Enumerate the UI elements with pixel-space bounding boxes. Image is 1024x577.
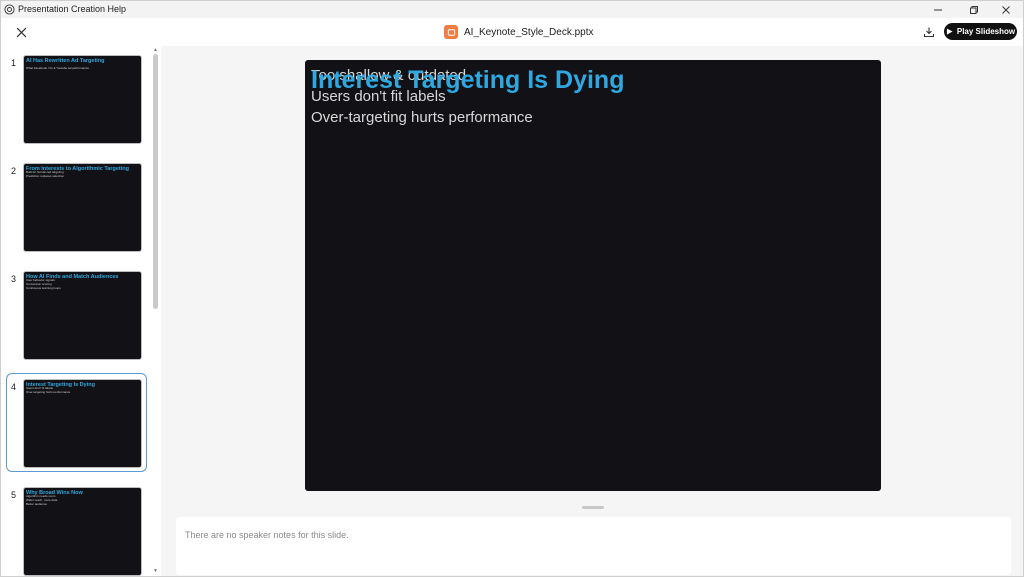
restore-button[interactable] [957,1,991,18]
file-name: AI_Keynote_Style_Deck.pptx [464,26,594,38]
download-button[interactable] [921,24,937,40]
app-window: Presentation Creation Help AI_Keynote_St… [0,0,1024,577]
slide-thumbnail-5[interactable]: 5 Why Broad Wins Now Algorithm needs roo… [1,487,151,576]
thumbnail-scrollbar[interactable]: ▲ ▼ [152,46,159,576]
slide-thumbnail-panel: 1 AI Has Rewritten Ad Targeting What Fac… [1,46,161,576]
thumbnail-line: Prediction replaces selection [26,174,65,178]
slide-number: 2 [11,166,17,176]
slide-thumbnail-1[interactable]: 1 AI Has Rewritten Ad Targeting What Fac… [1,55,151,147]
thumbnail-title: AI Has Rewritten Ad Targeting [26,58,105,64]
window-close-button[interactable] [989,1,1023,18]
play-slideshow-button[interactable]: Play Slideshow [944,23,1017,40]
slide-thumbnail-image: From Interests to Algorithmic Targeting … [23,163,142,252]
scrollbar-thumb[interactable] [153,54,158,309]
speaker-notes-text: There are no speaker notes for this slid… [185,530,349,540]
pptx-file-icon [444,25,458,39]
title-bar: Presentation Creation Help [1,1,1023,18]
slide-thumbnail-image: Interest Targeting Is Dying Users don't … [23,379,142,468]
thumbnail-line: What Facebook / IG & Youtube ad performa… [26,66,90,70]
slide-number: 1 [11,58,17,68]
slide-number: 4 [11,382,17,392]
slide-viewer: Too shallow & outdated Users don't fit l… [161,46,1023,576]
restore-icon [970,5,978,14]
slide-title: Interest Targeting Is Dying [311,66,625,94]
play-icon [946,28,953,35]
close-viewer-button[interactable] [13,24,29,40]
thumbnail-line: Continuous learning loops [26,286,61,290]
notes-resize-handle[interactable] [582,506,604,509]
slide-thumbnail-3[interactable]: 3 How AI Finds and Match Audiences User … [1,271,151,363]
current-slide: Too shallow & outdated Users don't fit l… [305,60,881,491]
download-icon [923,27,935,38]
slide-thumbnail-image: Why Broad Wins Now Algorithm needs room … [23,487,142,576]
slide-thumbnail-2[interactable]: 2 From Interests to Algorithmic Targetin… [1,163,151,255]
viewer-header: AI_Keynote_Style_Deck.pptx Play Slidesho… [1,18,1023,46]
file-title: AI_Keynote_Style_Deck.pptx [444,23,594,41]
slide-thumbnail-image: How AI Finds and Match Audiences User be… [23,271,142,360]
slide-thumbnail-image: AI Has Rewritten Ad Targeting What Faceb… [23,55,142,144]
play-slideshow-label: Play Slideshow [956,27,1016,36]
slide-number: 3 [11,274,17,284]
close-icon [1002,5,1010,14]
minimize-icon [934,9,942,10]
speaker-notes-panel[interactable]: There are no speaker notes for this slid… [176,517,1011,575]
thumbnail-line: Better audience [26,502,48,506]
close-icon [16,27,26,37]
minimize-button[interactable] [921,1,955,18]
slide-thumbnail-4[interactable]: 4 Interest Targeting Is Dying Users don'… [1,373,151,472]
slide-bullet: Over-targeting hurts performance [311,109,533,126]
slide-number: 5 [11,490,17,500]
window-title: Presentation Creation Help [18,4,127,14]
scroll-up-arrow-icon[interactable]: ▲ [153,47,158,53]
scroll-down-arrow-icon[interactable]: ▼ [153,568,158,574]
openai-logo-icon [4,4,15,15]
thumbnail-line: Over-targeting hurts performance [26,390,71,394]
